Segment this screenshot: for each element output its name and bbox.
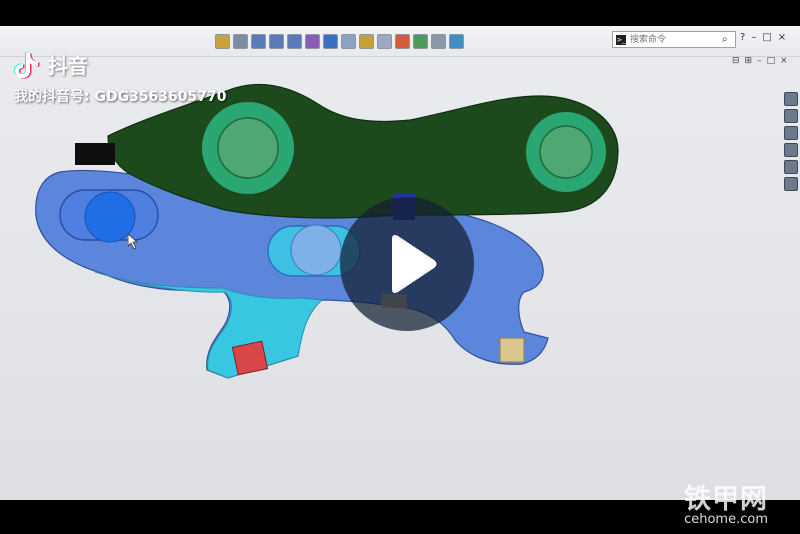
- mouse-cursor-icon: [128, 234, 139, 250]
- green-pin-left[interactable]: [217, 117, 279, 179]
- douyin-logo-icon: [14, 52, 40, 78]
- douyin-watermark: 抖音: [14, 50, 88, 79]
- center-pin[interactable]: [290, 224, 342, 276]
- black-block[interactable]: [75, 143, 115, 165]
- douyin-user-id: 我的抖音号: GDG3563605770: [14, 89, 227, 105]
- play-icon: [392, 235, 437, 293]
- cehome-url: cehome.com: [684, 512, 768, 527]
- cehome-logo-text: 铁甲网: [684, 484, 768, 515]
- play-button[interactable]: [340, 197, 474, 331]
- video-frame: >_ ⌕ ? – □ × ⊟ ⊞ – □ ×: [0, 0, 800, 534]
- green-pin-right[interactable]: [539, 125, 593, 179]
- cehome-watermark: 铁甲网 cehome.com: [684, 477, 768, 527]
- tan-block-right[interactable]: [499, 337, 525, 363]
- red-block[interactable]: [231, 340, 269, 376]
- douyin-app-name: 抖音: [48, 54, 88, 78]
